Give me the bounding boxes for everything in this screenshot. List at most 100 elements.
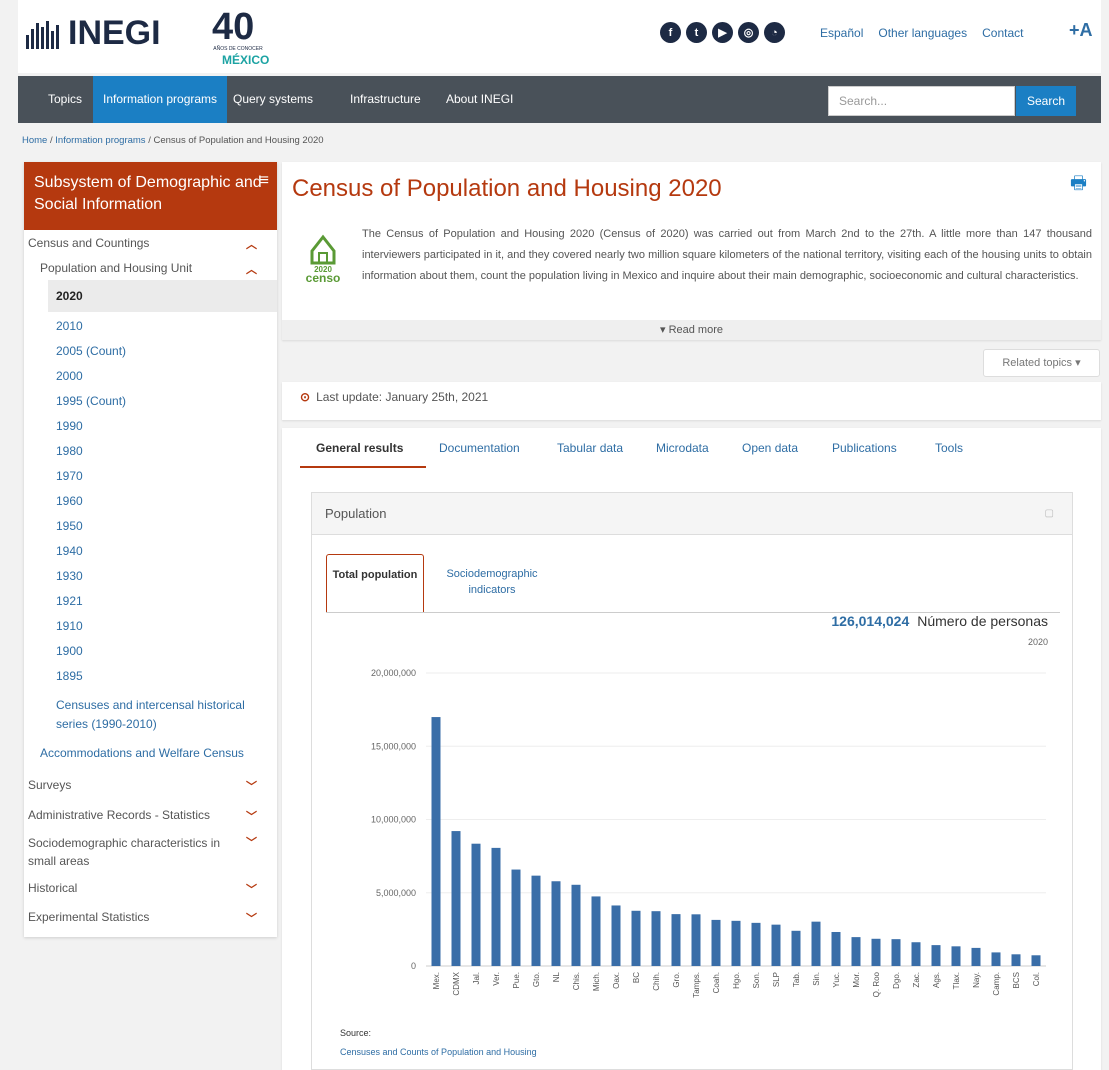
sidebar-historic-series[interactable]: Censuses and intercensal historical seri… [24, 696, 254, 734]
sidebar-item-census-and-countings[interactable]: Census and Countings ︿ [24, 236, 277, 252]
chevron-down-icon[interactable]: ﹀ [246, 910, 257, 926]
bar-Gro.[interactable] [671, 914, 681, 966]
nav-query-systems[interactable]: Query systems [223, 76, 323, 123]
bar-Chis.[interactable] [571, 884, 581, 966]
bar-CDMX[interactable] [451, 831, 461, 966]
sidebar-group-small-areas[interactable]: Sociodemographic characteristics in smal… [24, 834, 277, 870]
breadcrumb-home[interactable]: Home [22, 135, 47, 146]
twitter-icon[interactable]: t [686, 22, 707, 43]
sidebar-group-admin-records[interactable]: Administrative Records - Statistics ﹀ [24, 808, 277, 824]
breadcrumb-programs[interactable]: Information programs [55, 135, 145, 146]
sidebar-year-item[interactable]: 2010 [24, 319, 277, 333]
bar-Hgo.[interactable] [731, 920, 741, 966]
nav-about-inegi[interactable]: About INEGI [436, 76, 523, 123]
x-tick-label: Pue. [512, 972, 521, 988]
bar-Oax.[interactable] [611, 905, 621, 966]
bar-BCS[interactable] [1011, 954, 1021, 966]
subtab-total-population[interactable]: Total population [326, 554, 424, 612]
bar-Camp.[interactable] [991, 952, 1001, 966]
sidebar-year-item[interactable]: 2000 [24, 369, 277, 383]
sidebar-accommodations-census[interactable]: Accommodations and Welfare Census [24, 746, 277, 760]
bar-Tab.[interactable] [791, 930, 801, 966]
sidebar-year-item[interactable]: 1930 [24, 569, 277, 583]
sidebar-year-selected[interactable]: 2020 [48, 280, 277, 312]
chevron-down-icon[interactable]: ﹀ [246, 834, 257, 852]
bar-Tamps.[interactable] [691, 914, 701, 966]
read-more-button[interactable]: ▾ Read more [282, 320, 1101, 340]
population-bar-chart: 0 5,000,000 10,000,000 15,000,000 20,000,000… [371, 668, 1046, 998]
sidebar-group-historical[interactable]: Historical ﹀ [24, 881, 277, 897]
facebook-icon[interactable]: f [660, 22, 681, 43]
link-other-languages[interactable]: Other languages [878, 26, 967, 40]
inegi-logo[interactable]: INEGI [26, 14, 161, 53]
bar-Ver.[interactable] [491, 847, 501, 966]
bar-Nay.[interactable] [971, 947, 981, 966]
print-icon[interactable]: 🖶 [1070, 171, 1087, 201]
sidebar-year-item[interactable]: 1910 [24, 619, 277, 633]
sidebar-year-item[interactable]: 1921 [24, 594, 277, 608]
rss-icon[interactable]: ◔ [764, 22, 785, 43]
sidebar-year-item[interactable]: 1960 [24, 494, 277, 508]
bar-Col.[interactable] [1031, 955, 1041, 966]
sidebar-year-item[interactable]: 1980 [24, 444, 277, 458]
sidebar-year-item[interactable]: 1995 (Count) [24, 394, 277, 408]
subtab-sociodemographic-indicators[interactable]: Sociodemographic indicators [432, 566, 552, 598]
search-button[interactable]: Search [1016, 86, 1076, 116]
tab-documentation[interactable]: Documentation [439, 441, 520, 455]
bar-Chih.[interactable] [651, 911, 661, 966]
bar-Dgo.[interactable] [891, 939, 901, 966]
bar-Mor.[interactable] [851, 937, 861, 966]
nav-infrastructure[interactable]: Infrastructure [340, 76, 431, 123]
tab-tabular-data[interactable]: Tabular data [557, 441, 623, 455]
hamburger-menu-icon[interactable]: ≡ [260, 170, 269, 192]
sidebar-year-item[interactable]: 1895 [24, 669, 277, 683]
chevron-down-icon[interactable]: ﹀ [246, 778, 257, 794]
tab-open-data[interactable]: Open data [742, 441, 798, 455]
chevron-down-icon[interactable]: ﹀ [246, 808, 257, 824]
tab-tools[interactable]: Tools [935, 441, 963, 455]
bar-Mich.[interactable] [591, 896, 601, 966]
nav-information-programs[interactable]: Information programs [93, 76, 228, 123]
link-contact[interactable]: Contact [982, 26, 1023, 40]
youtube-icon[interactable]: ▶ [712, 22, 733, 43]
bar-Mex.[interactable] [431, 717, 441, 966]
chevron-up-icon[interactable]: ︿ [246, 236, 257, 252]
bar-Coah.[interactable] [711, 919, 721, 966]
sidebar-year-item[interactable]: 1950 [24, 519, 277, 533]
minimize-icon[interactable]: ▢ [1045, 493, 1054, 535]
font-size-button[interactable]: +A [1069, 20, 1093, 41]
search-input[interactable]: Search... [828, 86, 1015, 116]
sidebar-item-population-housing-unit[interactable]: Population and Housing Unit ︿ [24, 261, 277, 277]
sidebar-group-surveys[interactable]: Surveys ﹀ [24, 778, 277, 794]
sidebar-year-item[interactable]: 1940 [24, 544, 277, 558]
bar-Gto.[interactable] [531, 875, 541, 966]
bar-Jal.[interactable] [471, 843, 481, 966]
sidebar-year-item[interactable]: 2005 (Count) [24, 344, 277, 358]
instagram-icon[interactable]: ◎ [738, 22, 759, 43]
bar-Yuc.[interactable] [831, 931, 841, 966]
source-link[interactable]: Censuses and Counts of Population and Ho… [340, 1047, 537, 1057]
bar-Tlax.[interactable] [951, 946, 961, 966]
bar-Son.[interactable] [751, 922, 761, 966]
tab-microdata[interactable]: Microdata [656, 441, 709, 455]
link-espanol[interactable]: Español [820, 26, 863, 40]
bar-SLP[interactable] [771, 924, 781, 966]
bar-Sin.[interactable] [811, 921, 821, 966]
sidebar-group-experimental[interactable]: Experimental Statistics ﹀ [24, 910, 277, 926]
nav-topics[interactable]: Topics [38, 76, 92, 123]
bar-Q. Roo[interactable] [871, 938, 881, 966]
sidebar-year-item[interactable]: 1970 [24, 469, 277, 483]
bar-Pue.[interactable] [511, 869, 521, 966]
bar-BC[interactable] [631, 910, 641, 966]
chevron-down-icon[interactable]: ﹀ [246, 881, 257, 897]
tab-general-results[interactable]: General results [316, 441, 403, 455]
related-topics-dropdown[interactable]: Related topics ▾ [983, 349, 1100, 377]
sidebar-year-item[interactable]: 1990 [24, 419, 277, 433]
tab-publications[interactable]: Publications [832, 441, 897, 455]
chevron-up-icon[interactable]: ︿ [246, 261, 257, 277]
x-tick-label: Yuc. [832, 972, 841, 988]
bar-Zac.[interactable] [911, 942, 921, 966]
bar-Ags.[interactable] [931, 945, 941, 966]
sidebar-year-item[interactable]: 1900 [24, 644, 277, 658]
bar-NL[interactable] [551, 881, 561, 966]
